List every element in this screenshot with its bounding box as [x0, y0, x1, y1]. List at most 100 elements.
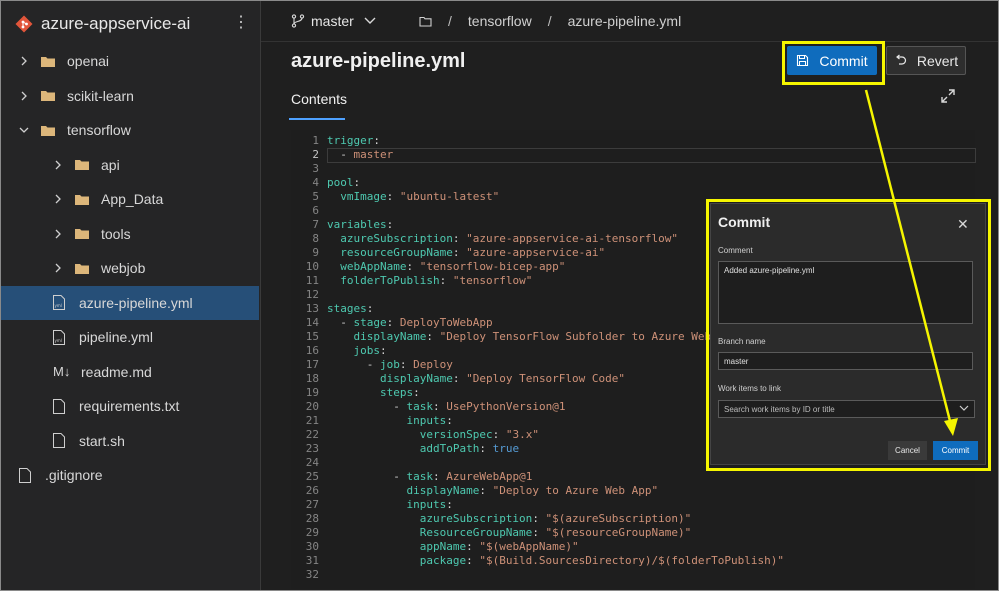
line-number: 18 [305, 372, 319, 385]
code-line[interactable]: 28 azureSubscription: "$(azureSubscripti… [291, 512, 784, 526]
code-line[interactable]: 32 [291, 568, 784, 582]
line-number: 4 [312, 176, 319, 189]
line-number: 14 [305, 316, 319, 329]
code-text: appName: "$(webAppName)" [419, 540, 579, 553]
svg-text:yml: yml [55, 303, 62, 308]
folder-outline-icon[interactable] [419, 16, 432, 27]
code-text: displayName: "Deploy TensorFlow Code" [379, 372, 626, 385]
tree-item-label: readme.md [81, 363, 152, 380]
code-line[interactable]: 4 pool: [291, 176, 784, 190]
line-number: 3 [312, 162, 319, 175]
tree-item-label: openai [67, 53, 110, 69]
tree-item[interactable]: tensorflow [1, 113, 259, 147]
code-line[interactable]: 30 appName: "$(webAppName)" [291, 540, 784, 554]
chevron-right-icon[interactable] [53, 263, 63, 273]
breadcrumb-file[interactable]: azure-pipeline.yml [568, 13, 682, 29]
line-number: 1 [312, 134, 319, 147]
line-number: 17 [305, 358, 319, 371]
file-explorer-sidebar: azure-appservice-ai ⋮ openai scikit-learn… [1, 1, 261, 590]
tab-contents[interactable]: Contents [291, 91, 347, 107]
tree-item[interactable]: M↓ readme.md [1, 355, 259, 389]
line-number: 12 [305, 288, 319, 301]
code-text: inputs: [406, 414, 453, 427]
top-bar: master / tensorflow / azure-pipeline.yml [261, 1, 998, 42]
breadcrumb-tensorflow[interactable]: tensorflow [468, 13, 532, 29]
tree-item[interactable]: scikit-learn [1, 79, 259, 113]
folder-icon [41, 125, 55, 136]
code-text: resourceGroupName: "azure-appservice-ai" [340, 246, 606, 259]
code-text: stages: [327, 302, 374, 315]
code-line[interactable]: 25 - task: AzureWebApp@1 [291, 470, 784, 484]
expand-icon[interactable] [940, 88, 956, 104]
code-line[interactable]: 1 trigger: [291, 134, 784, 148]
chevron-right-icon[interactable] [53, 194, 63, 204]
code-text: versionSpec: "3.x" [419, 428, 539, 441]
code-text: ResourceGroupName: "$(resourceGroupName)… [419, 526, 692, 539]
tree-item-label: tensorflow [67, 122, 131, 138]
code-line[interactable]: 3 [291, 162, 784, 176]
repo-name: azure-appservice-ai [41, 14, 191, 33]
tree-item[interactable]: yml pipeline.yml [1, 320, 259, 354]
tree-item[interactable]: requirements.txt [1, 389, 259, 423]
code-line[interactable]: 27 inputs: [291, 498, 784, 512]
tree-item-label: start.sh [79, 432, 125, 449]
branch-name: master [311, 13, 354, 29]
code-line[interactable]: 26 displayName: "Deploy to Azure Web App… [291, 484, 784, 498]
tree-item[interactable]: tools [1, 217, 259, 251]
tree-item-label: pipeline.yml [79, 329, 153, 345]
line-number: 15 [305, 330, 319, 343]
tree-item[interactable]: webjob [1, 251, 259, 285]
code-text: - task: AzureWebApp@1 [393, 470, 533, 483]
code-line[interactable]: 2 - master [291, 148, 784, 162]
tree-item[interactable]: openai [1, 44, 259, 78]
code-line[interactable]: 31 package: "$(Build.SourcesDirectory)/$… [291, 554, 784, 568]
chevron-down-icon[interactable] [19, 125, 29, 135]
line-number: 29 [305, 526, 319, 539]
tree-item[interactable]: yml azure-pipeline.yml [1, 285, 259, 320]
line-number: 16 [305, 344, 319, 357]
tree-item[interactable]: start.sh [1, 424, 259, 458]
active-tab-indicator [289, 118, 345, 120]
tree-item-label: requirements.txt [79, 398, 180, 414]
code-text: jobs: [353, 344, 387, 357]
line-number: 32 [305, 568, 319, 581]
tree-item-label: webjob [101, 260, 146, 276]
chevron-right-icon[interactable] [19, 91, 29, 101]
file-icon [53, 398, 65, 414]
tree-item[interactable]: api [1, 148, 259, 182]
repo-header[interactable]: azure-appservice-ai [15, 11, 190, 37]
tree-item-label: api [101, 156, 120, 173]
chevron-right-icon[interactable] [53, 229, 63, 239]
tree-item[interactable]: App_Data [1, 182, 259, 216]
code-text: displayName: "Deploy TensorFlow Subfolde… [353, 330, 745, 343]
more-options-icon[interactable]: ⋮ [233, 15, 249, 31]
tree-item-label: scikit-learn [67, 87, 134, 104]
line-number: 24 [305, 456, 319, 469]
code-text: inputs: [406, 498, 453, 511]
code-text: - task: UsePythonVersion@1 [393, 400, 566, 413]
code-text: vmImage: "ubuntu-latest" [340, 190, 500, 203]
folder-icon [41, 56, 55, 67]
line-number: 20 [305, 400, 319, 413]
code-text: folderToPublish: "tensorflow" [340, 274, 533, 287]
line-number: 30 [305, 540, 319, 553]
revert-button[interactable]: Revert [886, 46, 966, 75]
breadcrumb: / tensorflow / azure-pipeline.yml [419, 13, 681, 29]
commit-dialog-highlight [706, 199, 991, 471]
line-number: 5 [312, 190, 319, 203]
branch-selector[interactable]: master [291, 13, 376, 29]
code-line[interactable]: 29 ResourceGroupName: "$(resourceGroupNa… [291, 526, 784, 540]
chevron-right-icon[interactable] [53, 160, 63, 170]
tree-item[interactable]: .gitignore [1, 458, 259, 492]
breadcrumb-separator: / [448, 13, 452, 29]
file-icon [19, 467, 31, 483]
yaml-file-icon: yml [53, 295, 65, 310]
commit-button-highlight [782, 41, 885, 85]
line-number: 28 [305, 512, 319, 525]
code-text: - job: Deploy [366, 358, 453, 371]
code-text: displayName: "Deploy to Azure Web App" [406, 484, 659, 497]
line-number: 26 [305, 484, 319, 497]
tree-item-label: App_Data [101, 191, 164, 207]
line-number: 7 [312, 218, 319, 231]
chevron-right-icon[interactable] [19, 56, 29, 66]
